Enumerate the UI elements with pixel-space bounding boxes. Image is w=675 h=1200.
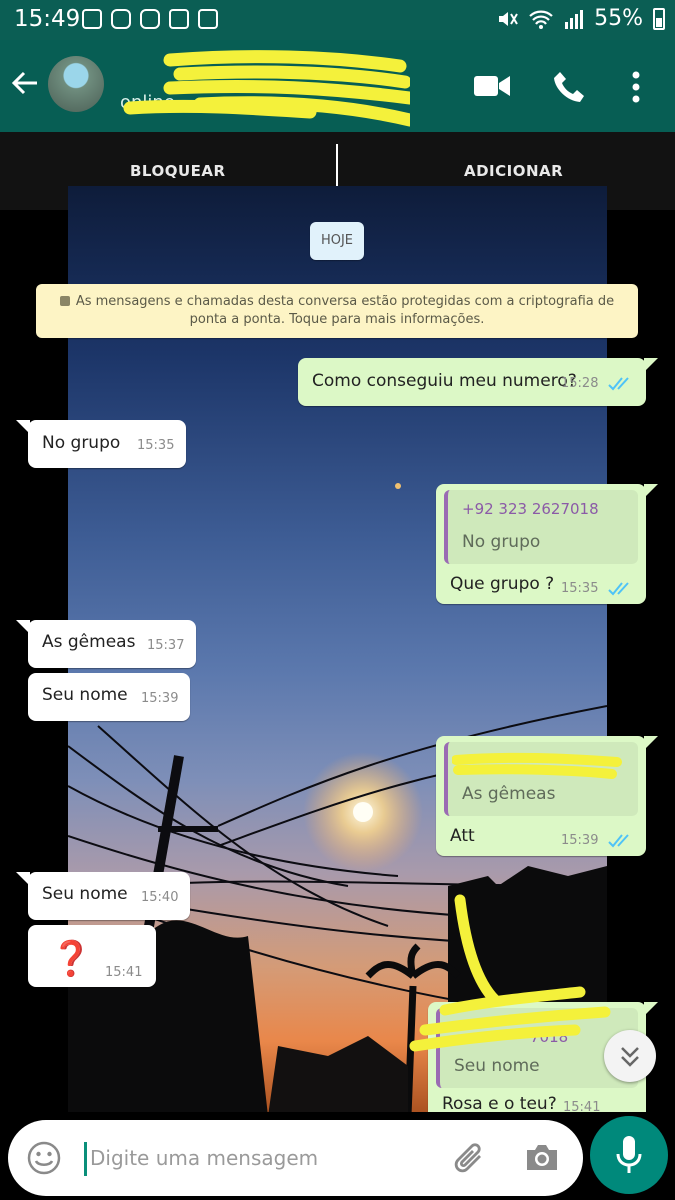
redaction-scribble: [409, 894, 611, 1052]
bubble-tail: [644, 358, 658, 372]
message-text: Como conseguiu meu numero?: [312, 371, 577, 391]
message-time: 15:37: [147, 638, 185, 653]
bubble-tail: [16, 620, 30, 634]
bubble-tail: [16, 872, 30, 886]
date-chip: HOJE: [310, 222, 364, 260]
message-input-container[interactable]: Digite uma mensagem: [8, 1120, 583, 1196]
message-time: 15:35: [561, 581, 599, 596]
lock-icon: [59, 295, 70, 306]
bubble-tail: [644, 736, 658, 750]
quoted-message[interactable]: +92 323 2627018 No grupo: [444, 490, 638, 564]
bubble-tail: [644, 484, 658, 498]
message-incoming[interactable]: Seu nome 15:39: [28, 673, 190, 721]
message-text: Rosa e o teu?: [442, 1094, 557, 1112]
quoted-text: As gêmeas: [462, 784, 556, 804]
message-incoming[interactable]: Seu nome 15:40: [28, 872, 190, 920]
message-text: Att: [450, 826, 475, 846]
message-time: 15:28: [561, 376, 599, 391]
message-input[interactable]: Digite uma mensagem: [90, 1146, 318, 1170]
quoted-message[interactable]: As gêmeas: [444, 742, 638, 816]
read-receipt-icon: [608, 377, 629, 391]
bubble-tail: [16, 420, 30, 434]
quoted-text: No grupo: [462, 532, 541, 552]
encryption-text: As mensagens e chamadas desta conversa e…: [75, 294, 615, 327]
emoji-icon[interactable]: [26, 1140, 62, 1176]
message-time: 15:41: [563, 1100, 601, 1112]
camera-icon[interactable]: [524, 1142, 560, 1172]
message-outgoing-reply[interactable]: +92 323 2627018 No grupo Que grupo ? 15:…: [436, 484, 646, 604]
question-mark-emoji: ❓: [50, 939, 93, 979]
voice-message-button[interactable]: [590, 1116, 668, 1194]
message-list: HOJE As mensagens e chamadas desta conve…: [0, 0, 675, 1200]
quoted-sender: +92 323 2627018: [462, 500, 599, 518]
message-incoming[interactable]: As gêmeas 15:37: [28, 620, 196, 668]
message-text: As gêmeas: [42, 632, 136, 652]
message-text: No grupo: [42, 433, 121, 453]
scroll-to-bottom-button[interactable]: [604, 1030, 656, 1082]
message-time: 15:35: [137, 438, 175, 453]
attach-icon[interactable]: [450, 1138, 490, 1178]
encryption-notice[interactable]: As mensagens e chamadas desta conversa e…: [36, 284, 638, 338]
message-text: Que grupo ?: [450, 574, 555, 594]
message-text: Seu nome: [42, 685, 128, 705]
microphone-icon: [616, 1136, 642, 1173]
read-receipt-icon: [608, 834, 629, 848]
message-time: 15:41: [105, 965, 143, 980]
read-receipt-icon: [608, 582, 629, 596]
double-chevron-down-icon: [621, 1047, 639, 1067]
message-outgoing[interactable]: Como conseguiu meu numero? 15:28: [298, 358, 646, 406]
bubble-tail: [644, 1002, 658, 1016]
redaction-scribble: [452, 752, 622, 779]
message-time: 15:39: [141, 691, 179, 706]
message-incoming[interactable]: No grupo 15:35: [28, 420, 186, 468]
composer-bar: Digite uma mensagem: [0, 1112, 675, 1200]
message-incoming[interactable]: ❓ 15:41: [28, 925, 156, 987]
text-cursor: [84, 1142, 87, 1176]
message-outgoing-reply[interactable]: As gêmeas Att 15:39: [436, 736, 646, 856]
message-time: 15:40: [141, 890, 179, 905]
message-text: Seu nome: [42, 884, 128, 904]
message-time: 15:39: [561, 833, 599, 848]
